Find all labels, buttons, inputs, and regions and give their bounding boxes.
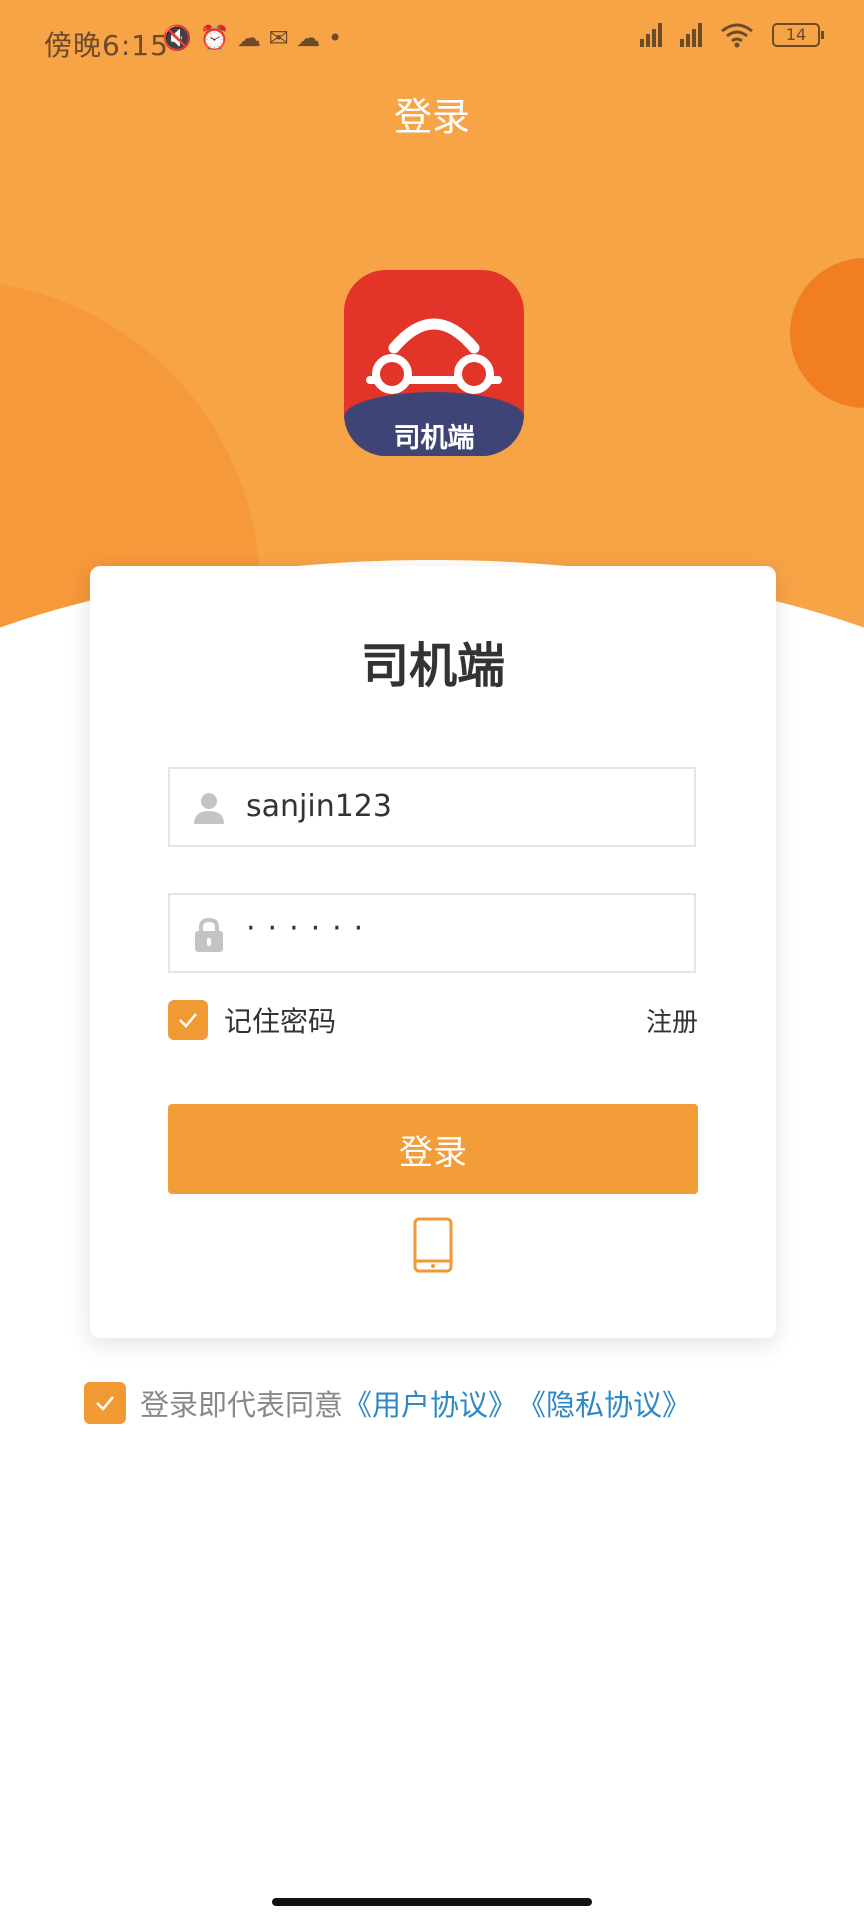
notification-icons: 🔇 ⏰ ☁ ✉ ☁ • (162, 24, 343, 52)
home-indicator[interactable] (272, 1898, 592, 1906)
check-icon (179, 1013, 197, 1028)
signal-icon (680, 23, 702, 47)
password-field[interactable]: ······ (168, 893, 696, 973)
status-right-group: 14 (640, 22, 824, 48)
agreement-checkbox[interactable] (84, 1382, 126, 1424)
user-agreement-link[interactable]: 《用户协议》 (343, 1382, 517, 1424)
username-value[interactable]: sanjin123 (246, 789, 392, 824)
username-field[interactable]: sanjin123 (168, 767, 696, 847)
app-logo: 司机端 (344, 270, 524, 456)
card-title: 司机端 (360, 638, 505, 694)
status-time: 傍晚6:15 (44, 29, 169, 62)
wifi-icon (721, 23, 753, 48)
check-icon (96, 1396, 114, 1411)
remember-label: 记住密码 (224, 1005, 337, 1038)
login-button[interactable]: 登录 (168, 1104, 698, 1194)
password-value[interactable]: ······ (246, 911, 375, 946)
lock-icon (195, 917, 223, 952)
decorative-circle-right (790, 258, 864, 408)
phone-login-icon[interactable] (411, 1217, 455, 1273)
agreement-row: 登录即代表同意 《用户协议》 《隐私协议》 (84, 1382, 691, 1424)
privacy-agreement-link[interactable]: 《隐私协议》 (517, 1382, 691, 1424)
signal-icon (640, 23, 662, 47)
status-bar: 傍晚6:15 🔇 ⏰ ☁ ✉ ☁ • 14 (0, 0, 864, 84)
logo-text: 司机端 (393, 423, 475, 454)
page-title: 登录 (393, 95, 470, 139)
battery-icon: 14 (772, 23, 824, 47)
user-icon (194, 793, 224, 824)
register-link[interactable]: 注册 (646, 1002, 698, 1039)
agreement-text: 登录即代表同意 (140, 1388, 344, 1422)
car-icon (366, 318, 502, 394)
remember-checkbox[interactable] (168, 1000, 208, 1040)
remember-password[interactable]: 记住密码 (168, 1000, 336, 1040)
login-card: 司机端 sanjin123 ······ 记住密码 注册 登录 (90, 566, 776, 1338)
